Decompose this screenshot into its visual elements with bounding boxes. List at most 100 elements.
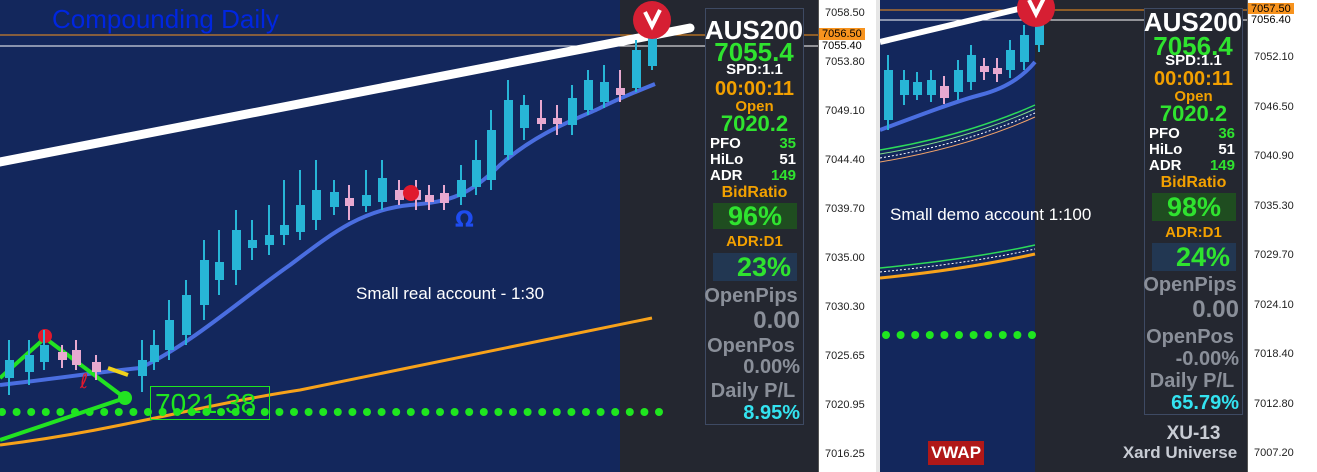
open-level-dot [333, 408, 342, 416]
open-level-dot [71, 408, 79, 416]
candle [5, 360, 14, 378]
candle [182, 295, 191, 335]
candle [312, 190, 321, 220]
open-level-dot [596, 408, 605, 416]
omega-marker: Ω [455, 208, 474, 233]
open-level-dot [1028, 331, 1036, 339]
open-level-dot [955, 331, 963, 339]
candle [537, 118, 546, 124]
openpos-label: OpenPos [707, 335, 795, 357]
dailypl-value: 8.95% [743, 402, 800, 424]
candle [248, 240, 257, 248]
open-level-dot [450, 408, 459, 416]
price-tag: 7056.50 [819, 28, 865, 40]
stat-value: 51 [1218, 141, 1235, 158]
stat-label: PFO [1149, 125, 1180, 142]
stat-label: PFO [710, 135, 741, 152]
candle [504, 100, 513, 155]
open-level-dot [275, 408, 284, 416]
right-chart-window[interactable]: Small demo account 1:100 VWAP AUS200 705… [880, 0, 1317, 472]
candle [25, 355, 34, 372]
right-info-panel: AUS200 7056.4 SPD:1.1 00:00:11 Open 7020… [1143, 8, 1243, 415]
candle [440, 193, 449, 203]
open-level-dot [85, 408, 94, 416]
logo-icon [633, 1, 671, 39]
openpips-label: OpenPips [1143, 274, 1237, 296]
candle [362, 195, 371, 206]
candle [138, 360, 147, 376]
left-price-axis[interactable]: 7058.50 7053.80 7049.10 7044.40 7039.70 7035.… [818, 0, 876, 472]
timer-label: 00:00:11 [715, 78, 794, 100]
band-line [880, 244, 1036, 269]
open-level-dot [984, 331, 993, 339]
open-level-dot [969, 331, 978, 339]
open-level-dot [552, 408, 561, 416]
right-price-axis[interactable]: 7052.10 7046.50 7040.90 7035.30 7029.70 7024.… [1247, 0, 1317, 472]
candle [487, 130, 496, 180]
open-level-dot [319, 408, 328, 416]
price-tick-label: 7040.90 [1254, 150, 1294, 162]
open-level-dot [582, 408, 590, 416]
slow-ma-line [0, 316, 653, 447]
open-level-dot [509, 408, 517, 416]
open-level-dot [12, 408, 21, 416]
bidratio-label: BidRatio [1160, 174, 1227, 191]
candle [395, 190, 404, 200]
open-level-dot [41, 408, 50, 416]
adr-d1-value: 23% [713, 253, 797, 281]
candle [520, 105, 529, 128]
candle [72, 350, 81, 365]
candle [200, 260, 209, 305]
candle [954, 70, 963, 92]
price-tag: 7056.40 [1248, 14, 1294, 26]
open-level-dot [290, 408, 298, 416]
price-tick-label: 7035.30 [1254, 199, 1294, 212]
candle [280, 225, 289, 235]
open-level-dot [56, 408, 65, 416]
spread-label: SPD:1.1 [726, 61, 783, 78]
open-level-dot [100, 408, 109, 416]
price-tick-label: 7024.10 [1254, 298, 1294, 311]
openpos-value: -0.00% [1175, 348, 1239, 370]
candle [296, 205, 305, 232]
candle [927, 80, 936, 95]
trend-line [880, 2, 1036, 45]
candle [150, 345, 159, 362]
price-tag: 7055.40 [819, 40, 865, 52]
openpips-value: 0.00 [1192, 296, 1239, 323]
stat-value: 149 [1209, 157, 1235, 174]
price-tick-label: 7046.50 [1254, 100, 1294, 113]
vwap-button[interactable]: VWAP [928, 441, 984, 465]
stat-label: HiLo [710, 151, 744, 168]
dailypl-value: 65.79% [1171, 392, 1239, 414]
left-info-panel: AUS200 7055.4 SPD:1.1 00:00:11 Open 7020… [704, 8, 804, 425]
stat-label: ADR [1149, 157, 1182, 174]
bidratio-value: 96% [713, 203, 797, 230]
candle [378, 178, 387, 202]
open-level-dot [392, 408, 401, 416]
candle [967, 55, 976, 82]
left-candles [5, 28, 657, 395]
candle [553, 118, 562, 124]
account-note: Small real account - 1:30 [356, 284, 545, 303]
candle [215, 262, 224, 280]
open-level-dot [882, 331, 890, 339]
candle [616, 88, 625, 95]
open-level-dot [348, 408, 357, 416]
price-tick-label: 7049.10 [825, 105, 865, 117]
candle [900, 80, 909, 95]
candle [584, 80, 593, 110]
open-level-dot [567, 408, 576, 416]
band-line [880, 108, 1036, 155]
open-level-dot [27, 408, 36, 416]
price-tick-label: 7018.40 [1254, 348, 1294, 360]
bidratio-value: 98% [1152, 193, 1236, 221]
stat-value: 51 [779, 151, 796, 168]
left-chart-window[interactable]: Ω ℓ Compounding Daily Small real account… [0, 0, 876, 472]
openpips-value: 0.00 [753, 307, 800, 334]
open-level-dot [925, 331, 934, 339]
adr-d1-label: ADR:D1 [726, 233, 783, 250]
dailypl-label: Daily P/L [1149, 370, 1235, 392]
price-tick-label: 7039.70 [825, 203, 865, 215]
open-price-box: 7021.38 [150, 386, 270, 420]
